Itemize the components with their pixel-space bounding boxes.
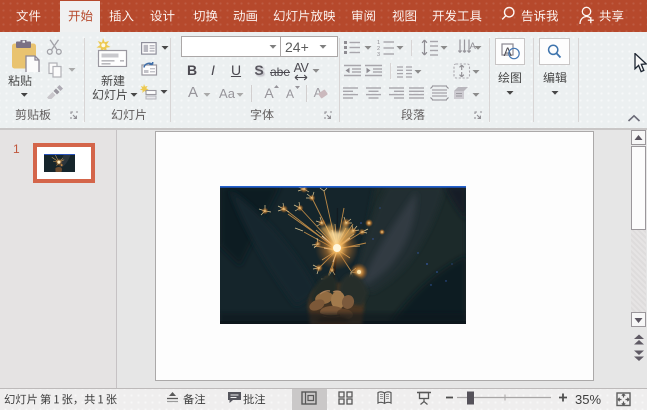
svg-text:3: 3 xyxy=(377,52,380,56)
